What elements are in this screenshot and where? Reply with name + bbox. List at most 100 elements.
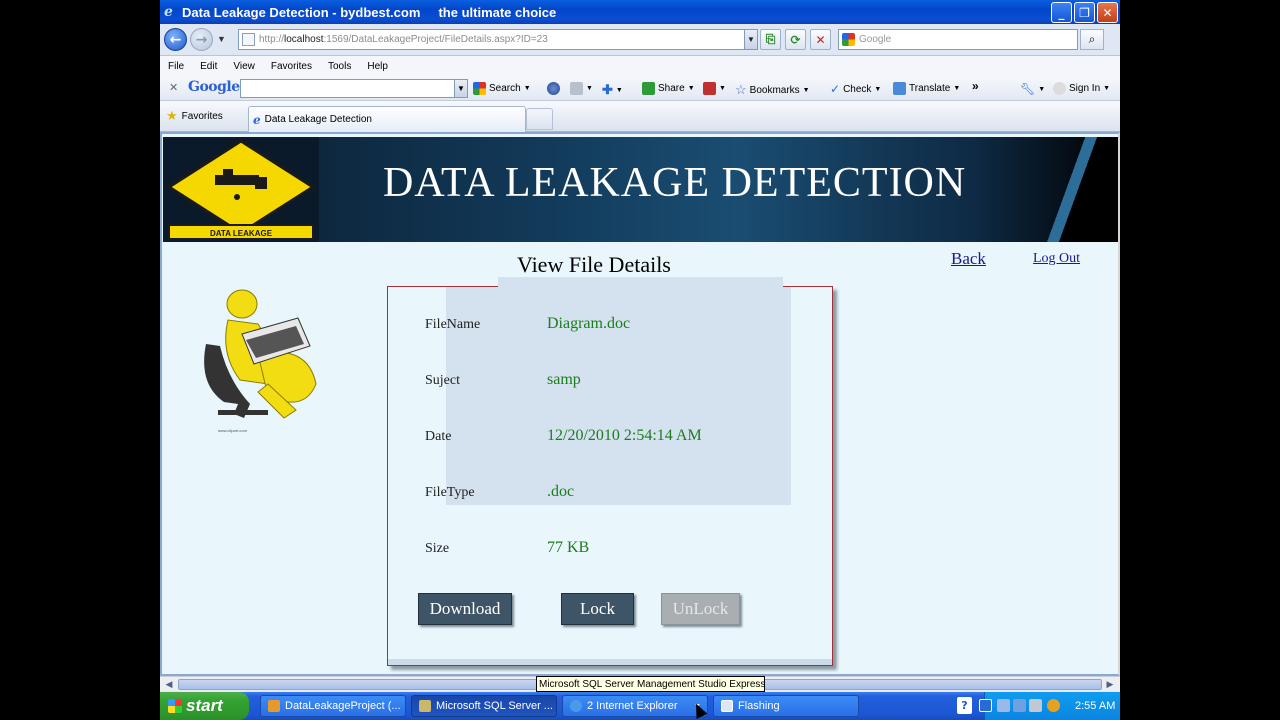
- scroll-left-icon[interactable]: ◀: [162, 678, 176, 691]
- menu-file[interactable]: File: [160, 61, 192, 72]
- sign-in-button[interactable]: Sign In ▼: [1053, 82, 1110, 95]
- stop-icon[interactable]: ✕: [810, 29, 831, 50]
- share-button[interactable]: Share ▼: [642, 82, 695, 95]
- menu-edit[interactable]: Edit: [192, 61, 225, 72]
- user-icon: [1053, 82, 1066, 95]
- url-prefix: http://: [259, 34, 285, 45]
- favorites-button[interactable]: ★ Favorites: [166, 108, 223, 123]
- window-title: Data Leakage Detection - bydbest.com the…: [182, 4, 557, 20]
- address-input[interactable]: http://localhost:1569/DataLeakageProject…: [238, 29, 758, 50]
- url-path: :1569/DataLeakageProject/FileDetails.asp…: [323, 34, 548, 45]
- forward-button[interactable]: →: [190, 28, 213, 51]
- google-search-button[interactable]: Search ▼: [473, 82, 531, 95]
- menu-help[interactable]: Help: [359, 61, 396, 72]
- logout-link[interactable]: Log Out: [1033, 251, 1080, 267]
- new-tab-button[interactable]: [526, 108, 553, 130]
- taskbar-item-sql-server[interactable]: Microsoft SQL Server ...: [411, 695, 557, 717]
- clock: 2:55 AM: [1075, 700, 1116, 712]
- unlock-button[interactable]: UnLock: [661, 593, 740, 625]
- sql-server-icon: [419, 700, 431, 712]
- taskbar-item-flashing[interactable]: Flashing: [713, 695, 859, 717]
- search-input[interactable]: Google: [838, 29, 1078, 50]
- close-button[interactable]: ✕: [1097, 2, 1118, 23]
- menu-tools[interactable]: Tools: [320, 61, 359, 72]
- volume-icon[interactable]: [1029, 699, 1042, 712]
- start-button[interactable]: start: [160, 692, 249, 720]
- task-label: Flashing: [738, 700, 780, 712]
- card-bottom-strip: [388, 659, 832, 665]
- share-icon: [642, 82, 655, 95]
- selection-highlight-top: [498, 277, 783, 287]
- google-search-icon: [842, 33, 855, 46]
- history-dropdown-icon[interactable]: ▼: [217, 34, 226, 44]
- tray-expand-icon[interactable]: [979, 699, 992, 712]
- menu-favorites[interactable]: Favorites: [263, 61, 320, 72]
- lock-button[interactable]: Lock: [561, 593, 634, 625]
- check-label: Check: [843, 83, 872, 95]
- banner-title: DATA LEAKAGE DETECTION: [383, 160, 967, 206]
- share-label: Share: [658, 83, 685, 94]
- download-button[interactable]: Download: [418, 593, 512, 625]
- help-icon[interactable]: ?: [957, 697, 972, 714]
- minimize-button[interactable]: _: [1051, 2, 1072, 23]
- task-label: DataLeakageProject (...: [285, 700, 401, 712]
- filetype-label: FileType: [425, 485, 475, 500]
- menu-view[interactable]: View: [225, 61, 263, 72]
- search-placeholder: Google: [859, 34, 892, 45]
- display-icon[interactable]: [1013, 699, 1026, 712]
- page-title: View File Details: [517, 252, 671, 277]
- bookmarks-label: Bookmarks: [749, 84, 800, 96]
- url-host: localhost: [284, 34, 324, 45]
- bookmarks-button[interactable]: ☆ Bookmarks ▼: [735, 82, 810, 98]
- reading-figure-image: www.clipart.com: [198, 284, 338, 439]
- start-label: start: [186, 696, 223, 715]
- ie-icon: [570, 700, 582, 712]
- address-dropdown-icon[interactable]: ▼: [744, 29, 758, 50]
- globe-icon[interactable]: [547, 82, 560, 95]
- tab-data-leakage-detection[interactable]: e Data Leakage Detection: [248, 106, 526, 132]
- mail-icon[interactable]: ▼: [703, 82, 726, 95]
- refresh-icon[interactable]: ⟳: [785, 29, 806, 50]
- star-icon: ☆: [735, 82, 747, 97]
- back-button[interactable]: ←: [164, 28, 187, 51]
- wrench-icon[interactable]: 🔧︎ ▼: [1020, 82, 1045, 96]
- google-search-input[interactable]: [240, 79, 468, 98]
- translate-label: Translate: [909, 83, 951, 94]
- filename-value: Diagram.doc: [547, 315, 631, 332]
- windows-flag-icon: [168, 699, 182, 713]
- browser-window: e Data Leakage Detection - bydbest.com t…: [160, 0, 1120, 720]
- banner-stripe: [1038, 137, 1118, 242]
- window-titlebar[interactable]: e Data Leakage Detection - bydbest.com t…: [160, 0, 1120, 24]
- search-go-icon[interactable]: ⌕: [1080, 29, 1104, 50]
- translate-button[interactable]: Translate ▼: [893, 82, 960, 95]
- ie-icon: e: [164, 4, 173, 20]
- taskbar-item-dataleakageproject[interactable]: DataLeakageProject (...: [260, 695, 406, 717]
- address-toolbar: ← → ▼ http://localhost:1569/DataLeakageP…: [160, 24, 1120, 56]
- favorites-star-icon: ★: [166, 108, 178, 123]
- network-icon[interactable]: [997, 699, 1010, 712]
- subject-label: Suject: [425, 373, 460, 388]
- site-banner: DATA LEAKAGE DATA LEAKAGE DETECTION: [163, 137, 1118, 242]
- google-icon: [473, 82, 486, 95]
- google-search-dropdown-icon[interactable]: ▼: [454, 79, 468, 98]
- toolbar-overflow-button[interactable]: »: [972, 79, 979, 93]
- task-label: 2 Internet Explorer: [587, 700, 678, 712]
- date-label: Date: [425, 429, 452, 444]
- taskbar: start DataLeakageProject (... Microsoft …: [160, 692, 1120, 720]
- visual-studio-icon: [268, 700, 280, 712]
- taskbar-item-internet-explorer[interactable]: 2 Internet Explorer ▼: [562, 695, 708, 717]
- menu-bar: File Edit View Favorites Tools Help: [160, 56, 1120, 76]
- security-icon[interactable]: [1047, 699, 1060, 712]
- check-button[interactable]: ✓ Check ▼: [830, 82, 881, 96]
- plus-icon[interactable]: ✚ ▼: [602, 82, 623, 98]
- toolbar-close-icon[interactable]: ✕: [169, 81, 178, 94]
- page-menu-icon[interactable]: ▼: [570, 82, 593, 95]
- filetype-value: .doc: [547, 483, 575, 500]
- web-page: DATA LEAKAGE DATA LEAKAGE DETECTION View…: [160, 132, 1120, 676]
- scroll-right-icon[interactable]: ▶: [1103, 678, 1117, 691]
- sign-in-label: Sign In: [1069, 83, 1101, 94]
- search-label: Search: [489, 83, 521, 94]
- compatibility-icon[interactable]: ⎘: [760, 29, 781, 50]
- back-link[interactable]: Back: [951, 249, 986, 269]
- restore-button[interactable]: ❐: [1074, 2, 1095, 23]
